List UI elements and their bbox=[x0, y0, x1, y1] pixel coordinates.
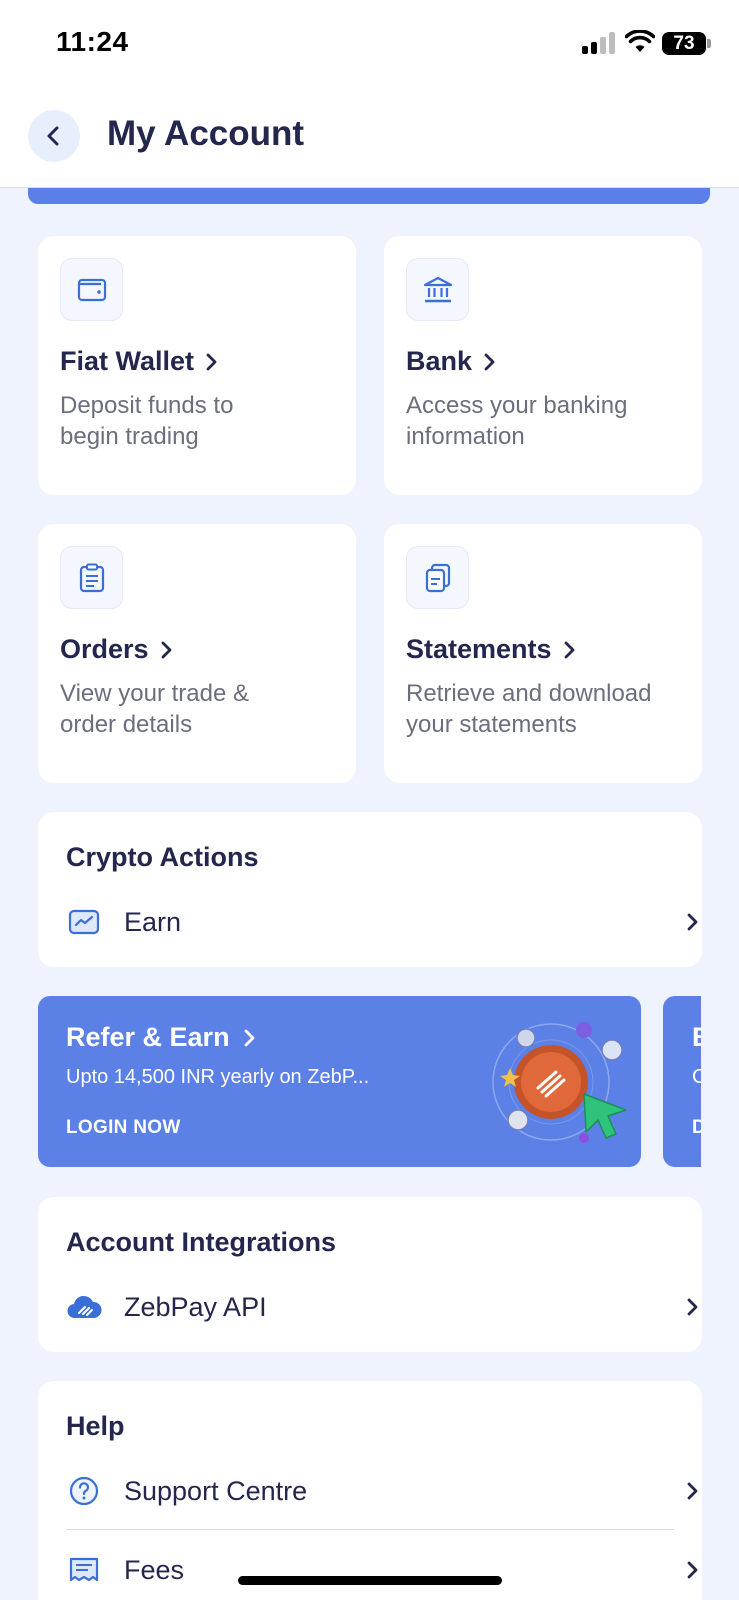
orders-title: Orders bbox=[60, 634, 173, 665]
earn-label: Earn bbox=[124, 906, 182, 937]
help-title: Help bbox=[66, 1411, 125, 1441]
referral-coin-illustration bbox=[492, 1022, 626, 1143]
refer-earn-banner[interactable]: Refer & Earn Upto 14,500 INR yearly on Z… bbox=[38, 996, 641, 1167]
statements-title: Statements bbox=[406, 634, 576, 665]
fees-row[interactable]: Fees bbox=[66, 1545, 702, 1595]
support-centre-row[interactable]: Support Centre bbox=[66, 1466, 702, 1516]
bank-desc-line2: information bbox=[406, 423, 525, 450]
orders-desc-line2: order details bbox=[60, 711, 193, 738]
documents-icon bbox=[406, 546, 469, 609]
home-indicator[interactable] bbox=[238, 1576, 502, 1585]
refer-earn-label: Refer & Earn bbox=[66, 1022, 230, 1052]
chevron-right-icon bbox=[206, 353, 217, 370]
refer-earn-title: Refer & Earn bbox=[66, 1022, 256, 1053]
fiat-wallet-label: Fiat Wallet bbox=[60, 346, 195, 376]
battery-indicator: 73 bbox=[662, 32, 706, 55]
earn-row[interactable]: Earn bbox=[66, 897, 702, 947]
zebpay-api-label: ZebPay API bbox=[124, 1291, 267, 1322]
clipboard-icon bbox=[60, 546, 123, 609]
wifi-icon bbox=[625, 30, 655, 52]
login-now-link[interactable]: LOGIN NOW bbox=[66, 1117, 181, 1139]
question-circle-icon bbox=[66, 1473, 102, 1509]
zebpay-api-row[interactable]: ZebPay API bbox=[66, 1282, 702, 1332]
bank-desc-line1: Access your banking bbox=[406, 392, 628, 419]
fiat-wallet-card[interactable]: Fiat Wallet Deposit funds to begin tradi… bbox=[38, 236, 356, 495]
fiat-wallet-title: Fiat Wallet bbox=[60, 346, 218, 377]
chevron-right-icon bbox=[682, 1295, 702, 1319]
chevron-right-icon bbox=[564, 641, 574, 658]
next-promo-banner[interactable]: E C D bbox=[663, 996, 701, 1167]
status-time: 11:24 bbox=[56, 26, 129, 57]
back-button[interactable] bbox=[28, 110, 80, 162]
wallet-icon bbox=[60, 258, 123, 321]
support-centre-label: Support Centre bbox=[124, 1475, 308, 1506]
chevron-right-icon bbox=[484, 353, 495, 370]
earn-chart-icon bbox=[66, 904, 102, 940]
orders-description: View your trade & order details bbox=[60, 678, 330, 740]
refer-earn-subtitle: Upto 14,500 INR yearly on ZebP... bbox=[66, 1066, 370, 1088]
fiat-wallet-desc-line2: begin trading bbox=[60, 423, 199, 450]
fiat-wallet-description: Deposit funds to begin trading bbox=[60, 390, 330, 452]
bank-description: Access your banking information bbox=[406, 390, 676, 452]
orders-desc-line1: View your trade & bbox=[60, 680, 249, 707]
statements-card[interactable]: Statements Retrieve and download your st… bbox=[384, 524, 702, 783]
bank-card[interactable]: Bank Access your banking information bbox=[384, 236, 702, 495]
receipt-icon bbox=[66, 1552, 102, 1588]
orders-card[interactable]: Orders View your trade & order details bbox=[38, 524, 356, 783]
chevron-right-icon bbox=[682, 1479, 702, 1503]
next-promo-subtitle: C bbox=[692, 1066, 701, 1088]
statements-desc-line2: your statements bbox=[406, 711, 577, 738]
crypto-actions-card: Crypto Actions Earn bbox=[38, 812, 702, 967]
help-divider bbox=[66, 1529, 674, 1530]
chevron-right-icon bbox=[161, 641, 171, 658]
cellular-signal-icon bbox=[582, 32, 616, 54]
next-promo-title: E bbox=[692, 1022, 701, 1053]
chevron-right-icon bbox=[244, 1029, 254, 1046]
next-promo-cta: D bbox=[692, 1117, 701, 1138]
chevron-right-icon bbox=[682, 910, 702, 934]
top-app-bar: My Account bbox=[0, 90, 739, 188]
bank-icon bbox=[406, 258, 469, 321]
bank-title: Bank bbox=[406, 346, 496, 377]
orders-label: Orders bbox=[60, 634, 149, 664]
crypto-actions-title: Crypto Actions bbox=[66, 842, 259, 872]
chevron-right-icon bbox=[682, 1558, 702, 1582]
statements-label: Statements bbox=[406, 634, 552, 664]
status-bar: 11:24 73 bbox=[0, 0, 739, 90]
statements-desc-line1: Retrieve and download bbox=[406, 680, 652, 707]
bank-label: Bank bbox=[406, 346, 473, 376]
help-card: Help Support Centre Fees bbox=[38, 1381, 702, 1600]
cloud-api-icon bbox=[66, 1289, 102, 1325]
fiat-wallet-desc-line1: Deposit funds to bbox=[60, 392, 234, 419]
account-summary-strip bbox=[28, 188, 710, 204]
account-integrations-card: Account Integrations ZebPay API bbox=[38, 1197, 702, 1352]
statements-description: Retrieve and download your statements bbox=[406, 678, 676, 740]
battery-cap bbox=[707, 39, 711, 48]
account-integrations-title: Account Integrations bbox=[66, 1227, 337, 1257]
page-title: My Account bbox=[107, 114, 305, 153]
chevron-left-icon bbox=[47, 126, 59, 146]
